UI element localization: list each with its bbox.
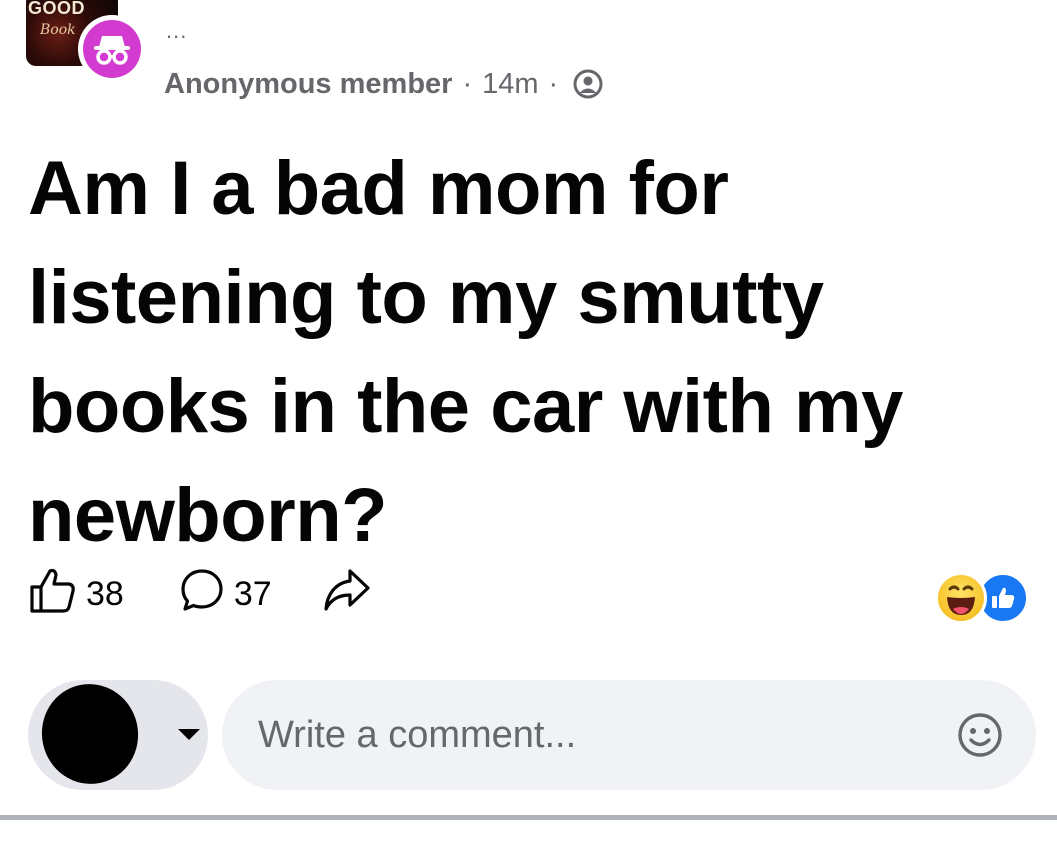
incognito-icon (83, 20, 141, 78)
post-text: Am I a bad mom for listening to my smutt… (28, 146, 903, 558)
reaction-summary[interactable] (935, 568, 1029, 624)
more-options-button[interactable]: ... (166, 18, 187, 44)
comment-input[interactable]: Write a comment... (222, 680, 1036, 790)
avatar (32, 675, 148, 793)
thumbs-up-outline-icon (28, 565, 78, 624)
haha-reaction-icon (935, 572, 987, 624)
group-logo-text: GOOD (28, 0, 86, 18)
meta-separator: · (548, 67, 559, 100)
comment-count: 37 (233, 574, 272, 613)
smiley-icon[interactable] (956, 711, 1004, 759)
group-privacy-icon (572, 68, 604, 100)
meta-separator: · (462, 67, 473, 100)
author-name[interactable]: Anonymous member (164, 68, 452, 101)
comment-bubble-icon (178, 566, 226, 623)
share-button[interactable] (322, 567, 372, 622)
post-actions: 38 37 (28, 566, 372, 622)
like-count: 38 (86, 574, 124, 613)
comment-button[interactable]: 37 (178, 566, 272, 623)
commenter-avatar-selector[interactable] (28, 675, 208, 793)
group-logo-script: Book (40, 22, 76, 38)
anonymous-avatar[interactable] (78, 15, 146, 83)
post-time[interactable]: 14m (482, 68, 538, 101)
like-button[interactable]: 38 (28, 565, 124, 624)
share-arrow-icon (322, 567, 372, 622)
comment-placeholder: Write a comment... (258, 713, 577, 756)
post-meta: Anonymous member · 14m · (164, 64, 604, 104)
caret-down-icon (178, 729, 200, 740)
section-divider (0, 815, 1057, 820)
